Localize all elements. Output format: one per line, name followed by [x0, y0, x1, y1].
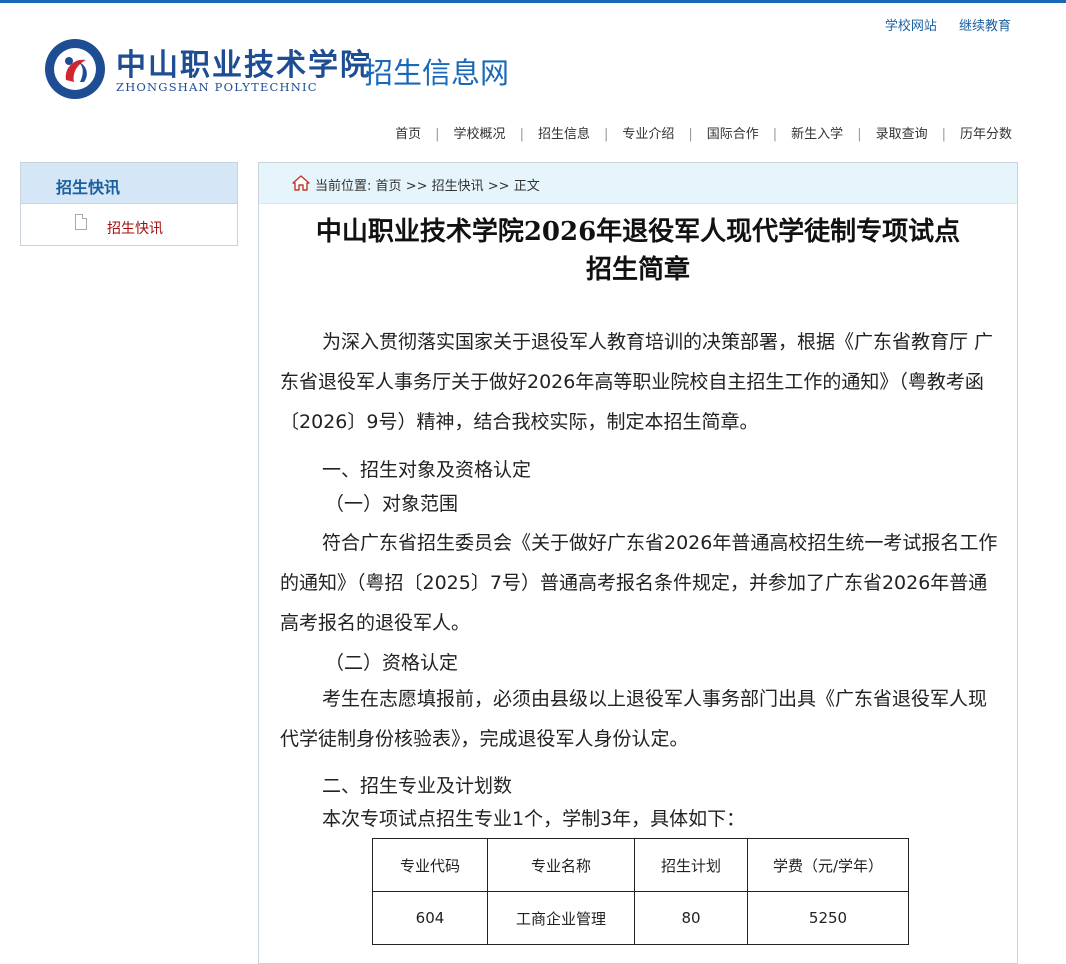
table-header-cell: 专业名称 — [487, 838, 635, 892]
table-header-cell: 学费（元/学年） — [747, 838, 909, 892]
nav-item-school-overview[interactable]: 学校概况 — [454, 127, 506, 142]
table-cell-tuition: 5250 — [747, 891, 909, 945]
nav-item-past-scores[interactable]: 历年分数 — [960, 127, 1012, 142]
breadcrumb-prefix: 当前位置: — [315, 179, 372, 194]
nav-item-home[interactable]: 首页 — [395, 127, 421, 142]
table-row: 604 工商企业管理 80 5250 — [372, 891, 909, 945]
article-title-line1: 中山职业技术学院2026年退役军人现代学徒制专项试点 — [315, 217, 961, 247]
table-cell-plan-count: 80 — [634, 891, 748, 945]
enrollment-plan-table: 专业代码 专业名称 招生计划 学费（元/学年） 604 工商企业管理 80 52… — [372, 838, 909, 945]
table-header-cell: 专业代码 — [372, 838, 488, 892]
table-cell-major-code: 604 — [372, 891, 488, 945]
sidebar: 招生快讯 招生快讯 — [20, 162, 238, 246]
site-name: 招生信息网 — [364, 56, 510, 90]
college-name-cn: 中山职业技术学院 — [116, 48, 372, 83]
top-links: 学校网站 继续教育 — [867, 15, 1011, 34]
top-link-continuing-education[interactable]: 继续教育 — [959, 19, 1011, 34]
sidebar-item-admission-news[interactable]: 招生快讯 — [21, 205, 237, 245]
section-heading-plan: 二、招生专业及计划数 — [322, 775, 513, 797]
nav-separator: | — [435, 127, 440, 142]
subsection-heading-qualification: （二）资格认定 — [325, 652, 459, 674]
breadcrumb-current: 正文 — [513, 179, 540, 194]
article-title: 中山职业技术学院2026年退役军人现代学徒制专项试点 招生简章 — [259, 213, 1017, 289]
college-logo-icon[interactable] — [44, 38, 106, 100]
nav-separator: | — [941, 127, 946, 142]
nav-separator: | — [519, 127, 524, 142]
nav-separator: | — [603, 127, 609, 142]
breadcrumb-separator: >> — [405, 179, 428, 194]
top-link-school-site[interactable]: 学校网站 — [885, 19, 937, 34]
breadcrumb-admission-news[interactable]: 招生快讯 — [432, 179, 484, 194]
breadcrumb: 当前位置: 首页 >> 招生快讯 >> 正文 — [259, 163, 1017, 204]
home-icon — [292, 175, 310, 191]
nav-separator: | — [857, 127, 862, 142]
sidebar-header: 招生快讯 — [21, 163, 237, 204]
section-heading-eligibility: 一、招生对象及资格认定 — [322, 459, 532, 481]
nav-separator: | — [688, 127, 693, 142]
subsection-heading-scope: （一）对象范围 — [325, 493, 459, 515]
article-title-line2: 招生简章 — [585, 255, 690, 285]
sidebar-title: 招生快讯 — [56, 178, 121, 197]
breadcrumb-separator: >> — [487, 179, 510, 194]
nav-item-admission-query[interactable]: 录取查询 — [876, 127, 928, 142]
nav-item-majors[interactable]: 专业介绍 — [622, 127, 674, 142]
nav-item-admission-info[interactable]: 招生信息 — [538, 127, 590, 142]
table-header-cell: 招生计划 — [634, 838, 748, 892]
plan-intro: 本次专项试点招生专业1个，学制3年，具体如下： — [322, 808, 746, 830]
breadcrumb-home[interactable]: 首页 — [376, 179, 402, 194]
nav-item-international[interactable]: 国际合作 — [707, 127, 759, 142]
article-panel: 当前位置: 首页 >> 招生快讯 >> 正文 中山职业技术学院2026年退役军人… — [258, 162, 1018, 964]
subsection-text-scope: 符合广东省招生委员会《关于做好广东省2026年普通高校招生统一考试报名工作的通知… — [280, 532, 998, 634]
top-accent-bar — [0, 0, 1066, 3]
subsection-text-qualification: 考生在志愿填报前，必须由县级以上退役军人事务部门出具《广东省退役军人现代学徒制身… — [280, 688, 988, 750]
nav-item-new-students[interactable]: 新生入学 — [791, 127, 843, 142]
college-name-en: ZHONGSHAN POLYTECHNIC — [116, 80, 318, 94]
table-cell-major-name: 工商企业管理 — [487, 891, 635, 945]
sidebar-item-label: 招生快讯 — [107, 221, 163, 237]
table-header-row: 专业代码 专业名称 招生计划 学费（元/学年） — [372, 838, 909, 892]
main-nav: 首页 | 学校概况 | 招生信息 | 专业介绍 | 国际合作 | 新生入学 | 录取查询 | 历年分数 — [395, 123, 1012, 142]
nav-separator: | — [772, 127, 778, 142]
article-intro: 为深入贯彻落实国家关于退役军人教育培训的决策部署，根据《广东省教育厅 广东省退役… — [280, 331, 994, 433]
document-icon — [75, 214, 87, 230]
